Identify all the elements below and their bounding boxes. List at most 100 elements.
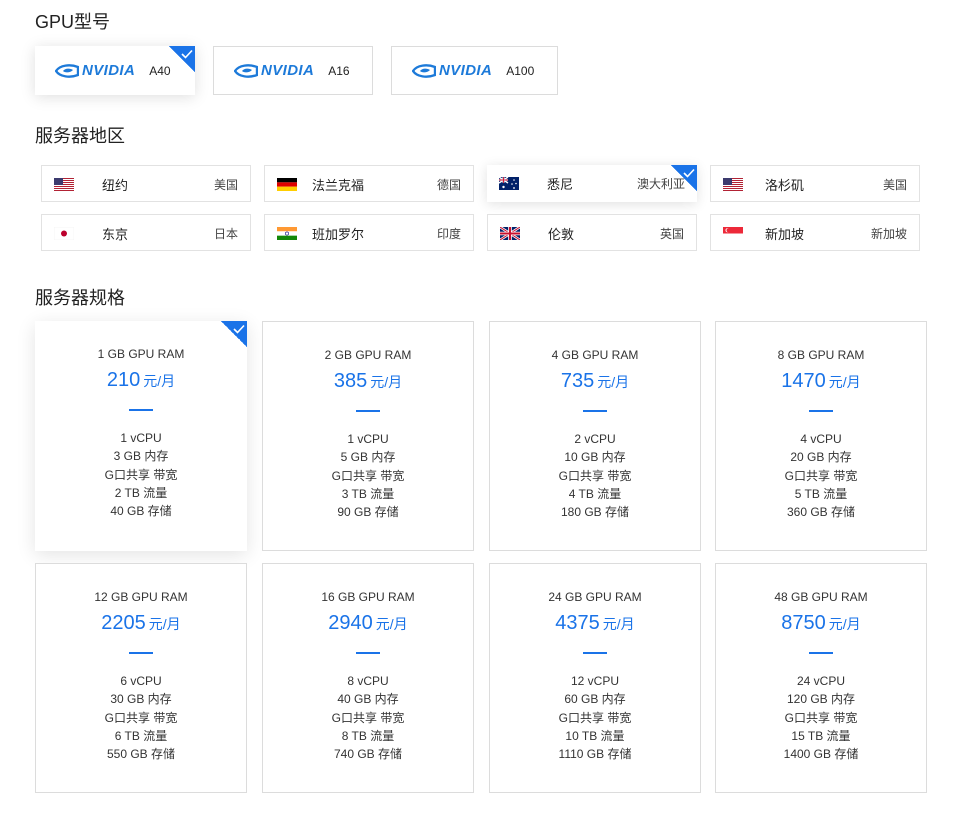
plan-spec-memory: 10 GB 内存	[564, 450, 626, 465]
plan-spec-storage: 180 GB 存储	[560, 505, 630, 520]
us-flag-icon	[723, 178, 743, 191]
region-country: 美国	[882, 178, 907, 192]
plan-spec-cpu: 6 vCPU	[120, 674, 162, 688]
gpu-section-title: GPU型号	[35, 12, 111, 32]
plan-price-value: 8750	[781, 612, 826, 634]
plan-price-unit: 元/月	[148, 616, 181, 632]
plan-price-unit: 元/月	[828, 374, 861, 390]
plan-title: 1 GB GPU RAM	[97, 347, 185, 361]
plan-spec-traffic: 15 TB 流量	[791, 728, 851, 743]
plan-title: 48 GB GPU RAM	[774, 590, 868, 604]
plan-price-unit: 元/月	[828, 616, 861, 632]
plan-spec-cpu: 24 vCPU	[796, 674, 846, 688]
gpu-option-a40[interactable]: NVIDIA A40	[35, 46, 195, 95]
plan-spec-bandwidth: G口共享 带宽	[558, 710, 632, 725]
plan-section-title: 服务器规格	[35, 288, 125, 308]
region-option-los-angeles[interactable]: 洛杉矶 美国	[710, 165, 920, 202]
plan-spec-storage: 360 GB 存储	[786, 505, 856, 520]
plan-spec-traffic: 4 TB 流量	[568, 486, 622, 501]
nvidia-logo: NVIDIA	[412, 62, 492, 79]
plan-title: 16 GB GPU RAM	[321, 590, 415, 604]
plan-spec-memory: 3 GB 内存	[113, 449, 169, 464]
region-city: 悉尼	[547, 177, 574, 192]
plan-price: 8750 元/月	[716, 612, 926, 635]
plan-divider	[583, 652, 607, 654]
sg-flag-icon	[723, 227, 743, 240]
plan-spec-traffic: 5 TB 流量	[794, 486, 848, 501]
region-option-sydney[interactable]: 悉尼 澳大利亚	[487, 165, 697, 202]
region-option-frankfurt[interactable]: 法兰克福 德国	[264, 165, 474, 202]
plan-spec-bandwidth: G口共享 带宽	[784, 468, 858, 483]
plan-spec-traffic: 8 TB 流量	[341, 728, 395, 743]
plan-price-unit: 元/月	[602, 616, 635, 632]
gpu-option-a16[interactable]: NVIDIA A16	[213, 46, 373, 95]
nvidia-brand-text: NVIDIA	[439, 62, 493, 79]
region-option-london[interactable]: 伦敦 英国	[487, 214, 697, 251]
region-option-new-york[interactable]: 纽约 美国	[41, 165, 251, 202]
nvidia-eye-icon	[412, 63, 436, 78]
region-city: 伦敦	[548, 227, 575, 242]
plan-divider	[356, 652, 380, 654]
region-option-tokyo[interactable]: 东京 日本	[41, 214, 251, 251]
plan-specs: 6 vCPU 30 GB 内存 G口共享 带宽 6 TB 流量 550 GB 存…	[36, 672, 246, 763]
plan-spec-storage: 740 GB 存储	[333, 747, 403, 762]
plan-spec-bandwidth: G口共享 带宽	[104, 467, 178, 482]
plan-spec-storage: 90 GB 存储	[337, 505, 399, 520]
gpu-model-name: A100	[506, 63, 535, 78]
nvidia-eye-icon	[55, 63, 79, 78]
plan-divider	[129, 409, 153, 411]
plan-specs: 1 vCPU 5 GB 内存 G口共享 带宽 3 TB 流量 90 GB 存储	[263, 430, 473, 521]
plan-spec-bandwidth: G口共享 带宽	[104, 710, 178, 725]
plan-card-48gb[interactable]: 48 GB GPU RAM 8750 元/月 24 vCPU 120 GB 内存 …	[715, 563, 927, 793]
region-city: 洛杉矶	[765, 178, 805, 193]
region-option-bangalore[interactable]: 班加罗尔 印度	[264, 214, 474, 251]
plan-spec-bandwidth: G口共享 带宽	[331, 468, 405, 483]
plan-divider	[809, 652, 833, 654]
plan-price-unit: 元/月	[370, 374, 403, 390]
plan-spec-traffic: 3 TB 流量	[341, 486, 395, 501]
plan-spec-cpu: 8 vCPU	[347, 674, 389, 688]
gpu-option-a100[interactable]: NVIDIA A100	[391, 46, 558, 95]
plan-spec-cpu: 2 vCPU	[574, 432, 616, 446]
gpu-model-name: A16	[328, 63, 350, 78]
selected-check-icon	[221, 321, 247, 347]
plan-price-unit: 元/月	[375, 616, 408, 632]
plan-title: 4 GB GPU RAM	[551, 348, 639, 362]
plan-title: 8 GB GPU RAM	[777, 348, 865, 362]
region-city: 法兰克福	[312, 178, 365, 193]
plan-spec-bandwidth: G口共享 带宽	[331, 710, 405, 725]
plan-card-2gb[interactable]: 2 GB GPU RAM 385 元/月 1 vCPU 5 GB 内存 G口共享 …	[262, 321, 474, 551]
plan-divider	[356, 410, 380, 412]
plan-specs: 4 vCPU 20 GB 内存 G口共享 带宽 5 TB 流量 360 GB 存…	[716, 430, 926, 521]
plan-spec-memory: 120 GB 内存	[786, 692, 856, 707]
plan-spec-memory: 30 GB 内存	[110, 692, 172, 707]
plan-specs: 24 vCPU 120 GB 内存 G口共享 带宽 15 TB 流量 1400 …	[716, 672, 926, 763]
plan-spec-memory: 60 GB 内存	[564, 692, 626, 707]
plan-spec-memory: 40 GB 内存	[337, 692, 399, 707]
plan-price-value: 210	[106, 369, 141, 391]
plan-card-1gb[interactable]: 1 GB GPU RAM 210 元/月 1 vCPU 3 GB 内存 G口共享 …	[35, 321, 247, 551]
plan-spec-traffic: 6 TB 流量	[114, 728, 168, 743]
plan-price-value: 385	[333, 370, 368, 392]
plan-card-12gb[interactable]: 12 GB GPU RAM 2205 元/月 6 vCPU 30 GB 内存 G口…	[35, 563, 247, 793]
nvidia-brand-text: NVIDIA	[82, 62, 136, 79]
nvidia-brand-text: NVIDIA	[261, 62, 315, 79]
jp-flag-icon	[54, 227, 74, 240]
plan-card-16gb[interactable]: 16 GB GPU RAM 2940 元/月 8 vCPU 40 GB 内存 G口…	[262, 563, 474, 793]
plan-card-24gb[interactable]: 24 GB GPU RAM 4375 元/月 12 vCPU 60 GB 内存 G…	[489, 563, 701, 793]
nvidia-eye-icon	[234, 63, 258, 78]
region-city: 纽约	[102, 178, 129, 193]
plan-card-8gb[interactable]: 8 GB GPU RAM 1470 元/月 4 vCPU 20 GB 内存 G口共…	[715, 321, 927, 551]
plan-price-value: 4375	[555, 612, 600, 634]
region-country: 德国	[436, 178, 461, 192]
plan-spec-cpu: 12 vCPU	[570, 674, 620, 688]
region-country: 印度	[436, 227, 461, 241]
region-option-singapore[interactable]: 新加坡 新加坡	[710, 214, 920, 251]
plan-spec-cpu: 4 vCPU	[800, 432, 842, 446]
plan-spec-storage: 40 GB 存储	[110, 504, 172, 519]
in-flag-icon	[277, 227, 297, 240]
au-flag-icon	[499, 177, 519, 190]
plan-price: 210 元/月	[35, 369, 247, 392]
region-city: 班加罗尔	[312, 227, 365, 242]
plan-card-4gb[interactable]: 4 GB GPU RAM 735 元/月 2 vCPU 10 GB 内存 G口共享…	[489, 321, 701, 551]
